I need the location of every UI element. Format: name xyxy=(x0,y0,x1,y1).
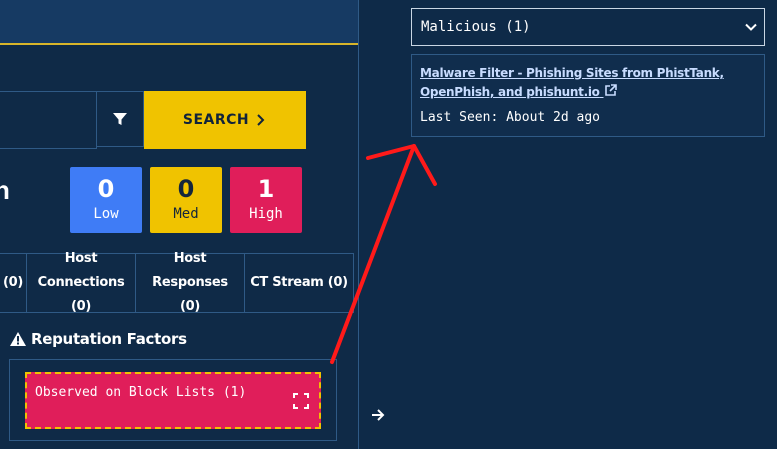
arrow-right-icon[interactable] xyxy=(370,406,386,424)
score-med-value: 0 xyxy=(177,175,195,203)
block-lists-label: Observed on Block Lists (1) xyxy=(35,385,247,400)
expand-icon[interactable] xyxy=(293,393,309,409)
search-button-label: SEARCH xyxy=(182,112,250,128)
score-low-label: Low xyxy=(93,206,119,222)
tab-host-connections-line2: Connections (0) xyxy=(37,275,125,314)
cut-off-title: n xyxy=(0,175,10,205)
tab-partial[interactable]: (0) xyxy=(0,254,27,312)
score-low-badge: 0 Low xyxy=(70,167,142,233)
tab-host-responses-line2: (0) xyxy=(179,299,201,314)
chevron-right-icon xyxy=(257,114,265,126)
score-low-value: 0 xyxy=(97,175,115,203)
reputation-factors-title: Reputation Factors xyxy=(31,330,187,348)
tab-partial-label: (0) xyxy=(2,275,24,290)
top-bar xyxy=(0,0,358,45)
score-high-label: High xyxy=(249,206,283,222)
filter-button[interactable] xyxy=(96,91,144,147)
category-select-value: Malicious (1) xyxy=(421,19,531,35)
tab-host-responses-line1: Host Responses xyxy=(152,251,228,290)
chevron-down-icon xyxy=(745,23,757,31)
external-link-icon xyxy=(604,84,617,96)
block-lists-factor[interactable]: Observed on Block Lists (1) xyxy=(25,372,321,429)
reputation-factors-heading: Reputation Factors xyxy=(9,330,187,348)
source-link[interactable]: Malware Filter - Phishing Sites from Phi… xyxy=(420,64,750,102)
left-panel: SEARCH n 0 Low 0 Med 1 High (0) Host Con… xyxy=(0,0,358,449)
source-card: Malware Filter - Phishing Sites from Phi… xyxy=(411,54,765,137)
tab-host-connections[interactable]: Host Connections (0) xyxy=(27,251,136,314)
search-input[interactable] xyxy=(0,91,97,149)
score-med-label: Med xyxy=(173,206,199,222)
last-seen-text: Last Seen: About 2d ago xyxy=(420,110,601,125)
tab-ct-stream-label: CT Stream (0) xyxy=(250,275,348,290)
tab-bar: (0) Host Connections (0) Host Responses … xyxy=(0,251,354,314)
category-select[interactable]: Malicious (1) xyxy=(411,8,765,46)
filter-icon xyxy=(113,113,127,125)
source-link-text: Malware Filter - Phishing Sites from Phi… xyxy=(420,66,724,99)
tab-host-connections-line1: Host xyxy=(64,251,98,266)
score-high-value: 1 xyxy=(257,175,275,203)
tab-host-responses[interactable]: Host Responses (0) xyxy=(136,251,245,314)
score-med-badge: 0 Med xyxy=(150,167,222,233)
tab-ct-stream[interactable]: CT Stream (0) xyxy=(245,254,353,312)
search-button[interactable]: SEARCH xyxy=(144,91,306,149)
warning-icon xyxy=(10,332,26,346)
score-high-badge: 1 High xyxy=(230,167,302,233)
